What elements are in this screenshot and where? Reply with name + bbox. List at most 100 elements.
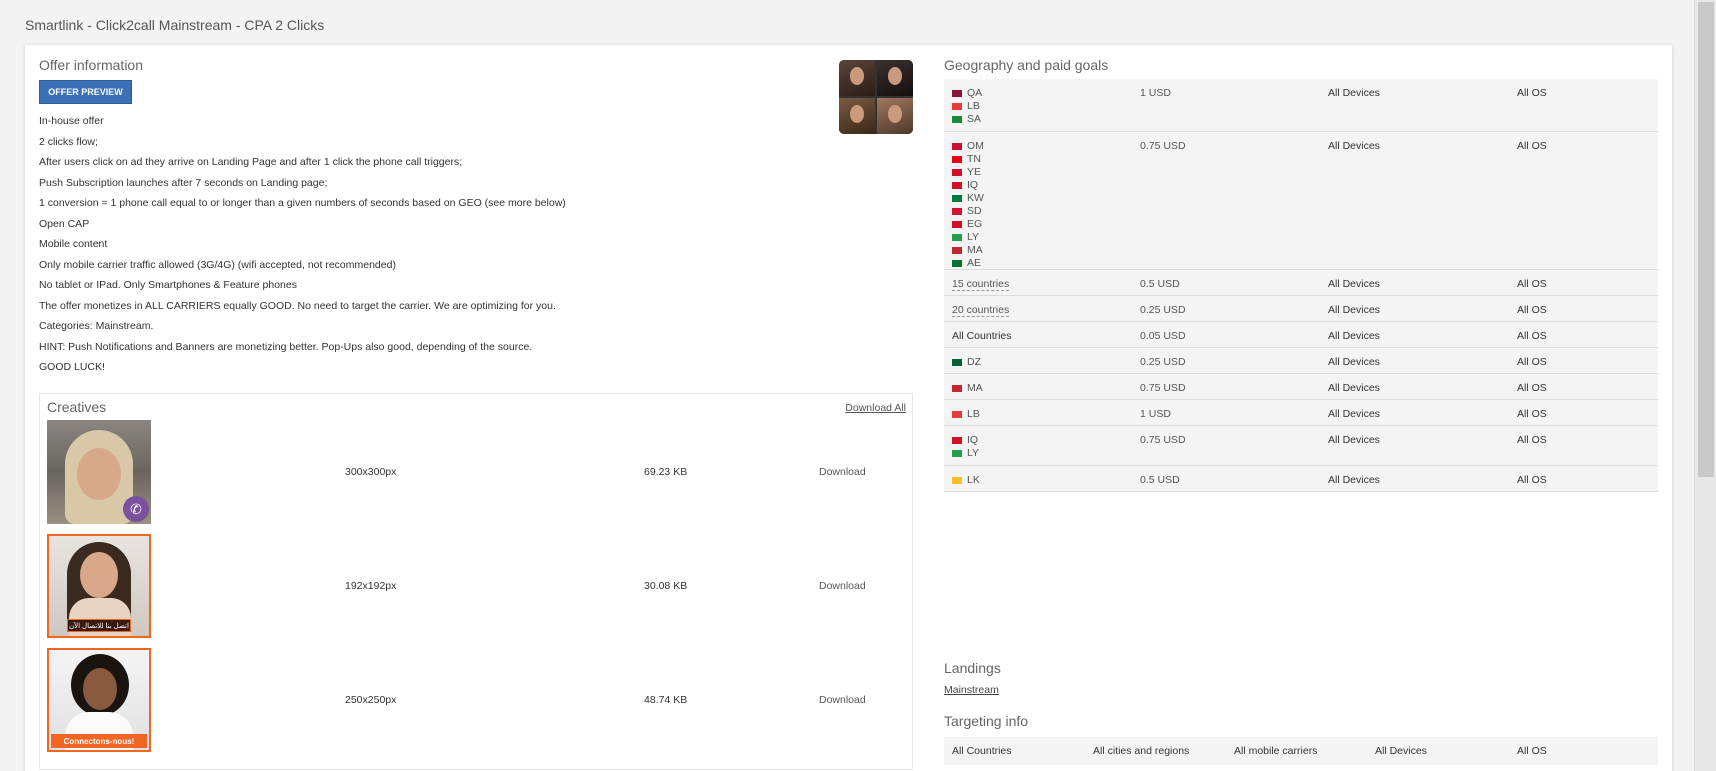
creative-banner-text: اتصل بنا للاتصال الآن: [67, 619, 131, 632]
thumbnail-tile: [839, 60, 875, 96]
country-item: YE: [952, 166, 984, 179]
creative-file-size: 69.23 KB: [644, 466, 688, 478]
geo-devices: All Devices: [1328, 303, 1380, 316]
flag-icon: [952, 220, 962, 228]
offer-description-line: After users click on ad they arrive on L…: [39, 156, 463, 168]
geo-os: All OS: [1517, 277, 1547, 290]
creative-image[interactable]: Connectons-nous!: [47, 648, 151, 752]
geography-title: Geography and paid goals: [944, 57, 1109, 73]
targeting-carriers: All mobile carriers: [1234, 745, 1318, 757]
country-code: SA: [967, 113, 982, 125]
creative-download-link[interactable]: Download: [819, 694, 866, 706]
targeting-os: All OS: [1517, 745, 1547, 757]
country-item: MA: [952, 382, 983, 395]
geo-payout: 0.5 USD: [1140, 473, 1180, 486]
geo-os: All OS: [1517, 329, 1547, 342]
creative-file-size: 48.74 KB: [644, 694, 688, 706]
creative-dimensions: 250x250px: [345, 694, 397, 706]
offer-description-line: Only mobile carrier traffic allowed (3G/…: [39, 258, 396, 271]
country-code: LY: [967, 446, 980, 459]
country-code: MA: [967, 381, 983, 394]
geo-countries: All Countries: [952, 330, 1012, 342]
country-item: DZ: [952, 356, 981, 369]
flag-icon: [952, 168, 962, 176]
offer-description-line: Open CAP: [39, 217, 90, 230]
country-code: SD: [967, 204, 982, 217]
offer-description-line: In-house offer: [39, 115, 104, 127]
flag-icon: [952, 246, 962, 254]
country-code: IQ: [967, 433, 979, 446]
country-group-link[interactable]: 15 countries: [952, 277, 1010, 291]
geo-payout: 1 USD: [1140, 407, 1171, 420]
geo-row: QA LB SA 1 USD All Devices All OS: [944, 79, 1658, 132]
geo-countries: OM TN YE IQ KW SD EG LY MA AE: [952, 140, 984, 270]
country-item: IQ: [952, 179, 984, 192]
country-item: EG: [952, 218, 984, 231]
creative-dimensions: 300x300px: [345, 466, 397, 478]
country-item: LB: [952, 100, 982, 113]
flag-icon: [952, 116, 962, 123]
offer-preview-button[interactable]: OFFER PREVIEW: [39, 80, 132, 104]
scrollbar-thumb[interactable]: [1698, 2, 1714, 477]
thumbnail-tile: [839, 98, 875, 134]
geo-devices: All Devices: [1328, 87, 1380, 99]
offer-description-line: GOOD LUCK!: [39, 361, 105, 373]
geo-devices: All Devices: [1328, 355, 1380, 368]
country-item: LY: [952, 231, 984, 244]
country-code: LK: [967, 473, 980, 486]
country-code: MA: [967, 243, 983, 256]
geo-countries: IQ LY: [952, 434, 979, 460]
country-code: EG: [967, 217, 983, 230]
offer-description-line: The offer monetizes in ALL CARRIERS equa…: [39, 299, 556, 312]
geo-countries: 15 countries: [952, 277, 1010, 291]
country-item: IQ: [952, 434, 979, 447]
country-item: OM: [952, 140, 984, 153]
creative-image[interactable]: اتصل بنا للاتصال الآن: [47, 534, 151, 638]
creatives-title: Creatives: [47, 399, 107, 415]
creative-banner-text: Connectons-nous!: [51, 734, 147, 748]
offer-preview-thumbnail[interactable]: [839, 60, 913, 134]
geo-payout: 0.75 USD: [1140, 433, 1186, 446]
geo-row: 20 countries 0.25 USD All Devices All OS: [944, 295, 1658, 322]
country-item: LY: [952, 447, 979, 460]
creative-download-link[interactable]: Download: [819, 580, 866, 592]
country-code: IQ: [967, 178, 979, 191]
geo-payout: 0.75 USD: [1140, 139, 1186, 152]
geo-payout: 0.5 USD: [1140, 277, 1180, 290]
flag-icon: [952, 155, 962, 163]
country-item: TN: [952, 153, 984, 166]
landing-link[interactable]: Mainstream: [944, 684, 999, 696]
geo-row: 15 countries 0.5 USD All Devices All OS: [944, 269, 1658, 296]
offer-info-title: Offer information: [39, 57, 144, 73]
geo-os: All OS: [1517, 407, 1547, 420]
geo-row: OM TN YE IQ KW SD EG LY MA AE 0.75 USD All Devices A…: [944, 131, 1658, 270]
scrollbar[interactable]: [1694, 0, 1716, 771]
flag-icon: [952, 449, 962, 457]
offer-description-line: Mobile content: [39, 238, 108, 250]
country-code: KW: [967, 191, 984, 204]
geo-os: All OS: [1517, 381, 1547, 394]
geo-devices: All Devices: [1328, 139, 1380, 152]
geo-os: All OS: [1517, 87, 1547, 99]
flag-icon: [952, 181, 962, 189]
geo-row: DZ 0.25 USD All Devices All OS: [944, 347, 1658, 374]
creative-row: ✆ 300x300px 69.23 KB Download: [47, 420, 907, 524]
flag-icon: [952, 194, 962, 202]
country-item: AE: [952, 257, 984, 270]
geo-devices: All Devices: [1328, 433, 1380, 446]
creative-image[interactable]: ✆: [47, 420, 151, 524]
creative-download-link[interactable]: Download: [819, 466, 866, 478]
country-item: LB: [952, 408, 980, 421]
country-item: MA: [952, 244, 984, 257]
offer-description-line: HINT: Push Notifications and Banners are…: [39, 340, 533, 353]
geo-payout: 0.05 USD: [1140, 329, 1186, 342]
offer-description-line: Push Subscription launches after 7 secon…: [39, 176, 328, 189]
creatives-panel: Creatives Download All ✆ 300x300px 69.23…: [39, 393, 913, 770]
download-all-link[interactable]: Download All: [845, 402, 906, 414]
offer-description-line: 2 clicks flow;: [39, 135, 98, 148]
geography-table: QA LB SA 1 USD All Devices All OS OM TN YE IQ KW SD…: [944, 79, 1658, 492]
country-item: QA: [952, 87, 982, 100]
country-group-link[interactable]: 20 countries: [952, 303, 1010, 317]
country-code: LB: [967, 407, 980, 420]
creative-row: اتصل بنا للاتصال الآن 192x192px 30.08 KB…: [47, 534, 907, 638]
